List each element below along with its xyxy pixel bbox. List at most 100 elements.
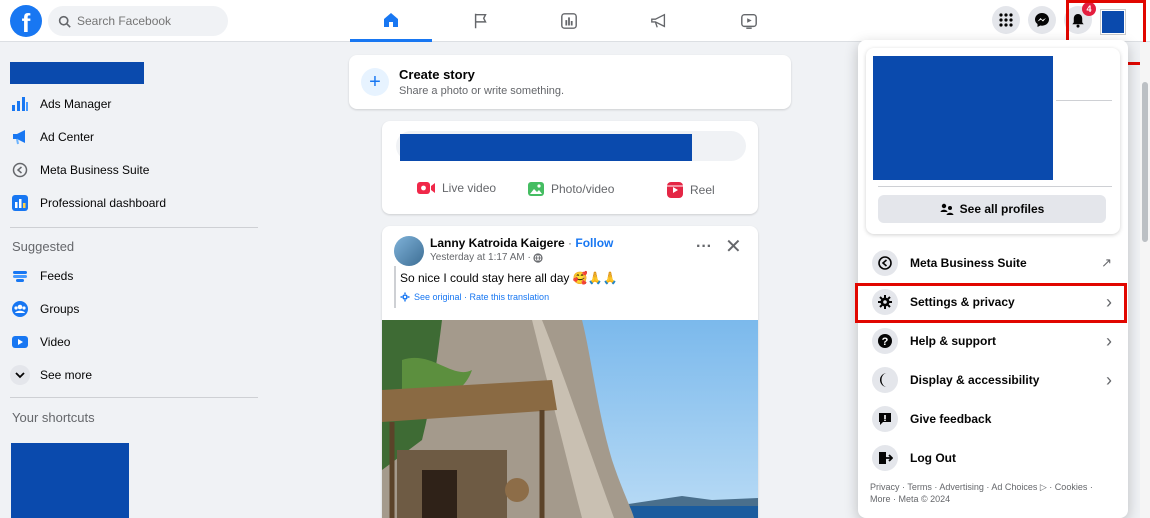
sidebar-item-label: Groups (40, 302, 80, 316)
gear-icon (400, 292, 410, 302)
sidebar-item-groups[interactable]: Groups (10, 295, 79, 323)
create-story-subtitle: Share a photo or write something. (399, 85, 565, 97)
svg-text:?: ? (882, 336, 889, 348)
post-timestamp[interactable]: Yesterday at 1:17 AM · (430, 252, 531, 263)
post-header: Lanny Katroida Kaigere · Follow (430, 236, 613, 250)
live-video-button[interactable]: Live video (416, 181, 496, 195)
post-author-name[interactable]: Lanny Katroida Kaigere (430, 236, 565, 250)
suggested-heading: Suggested (12, 239, 75, 254)
sidebar-item-professional-dashboard[interactable]: Professional dashboard (10, 189, 166, 217)
professional-dashboard-icon (10, 193, 30, 213)
logout-icon (872, 445, 898, 471)
video-icon (10, 332, 30, 352)
account-dropdown-menu: See all profiles Meta Business Suite ↗ S… (858, 40, 1128, 518)
live-video-icon (417, 182, 435, 194)
feeds-icon (10, 266, 30, 286)
ads-manager-icon (10, 94, 30, 114)
reel-button[interactable]: Reel (666, 181, 715, 199)
photo-video-button[interactable]: Photo/video (527, 181, 614, 197)
video-play-icon (741, 13, 757, 29)
post-meta: Yesterday at 1:17 AM · (430, 252, 543, 263)
sidebar-item-label: Professional dashboard (40, 196, 167, 210)
tab-insights[interactable] (528, 0, 610, 42)
sidebar-item-label: Feeds (40, 269, 74, 283)
search-input[interactable] (77, 14, 217, 28)
top-navigation-bar: f 4 (0, 0, 1150, 42)
ad-center-icon (10, 127, 30, 147)
sidebar-item-label: Ad Center (40, 130, 95, 144)
post-text: So nice I could stay here all day 🥰🙏🙏 (400, 271, 618, 285)
see-all-profiles-button[interactable]: See all profiles (878, 195, 1106, 223)
chevron-right-icon: › (1106, 331, 1112, 351)
reel-label: Reel (690, 183, 715, 197)
tab-home[interactable] (350, 0, 432, 42)
sidebar-item-label: See more (40, 368, 93, 382)
page-scrollbar[interactable] (1140, 42, 1150, 518)
see-all-profiles-label: See all profiles (959, 202, 1045, 216)
translation-link[interactable]: See original · Rate this translation (414, 292, 549, 302)
tab-video[interactable] (708, 0, 790, 42)
bell-icon (1072, 13, 1084, 28)
menu-item-label: Meta Business Suite (910, 256, 1027, 270)
menu-grid-button[interactable] (992, 6, 1020, 34)
menu-item-label: Log Out (910, 451, 956, 465)
shortcut-redacted[interactable] (11, 443, 129, 518)
menu-item-log-out[interactable]: Log Out (866, 440, 1120, 476)
profile-name-redacted[interactable] (10, 62, 144, 84)
meta-business-suite-icon (10, 160, 30, 180)
close-icon[interactable]: ✕ (725, 234, 742, 259)
more-options-icon[interactable]: ··· (696, 238, 712, 256)
notifications-button[interactable]: 4 (1064, 2, 1096, 34)
home-icon (384, 12, 398, 27)
flag-icon (474, 13, 487, 29)
sidebar-item-ads-manager[interactable]: Ads Manager (10, 90, 111, 118)
reel-icon (667, 182, 683, 198)
post-follow-link[interactable]: Follow (575, 236, 613, 250)
sidebar-item-meta-business-suite[interactable]: Meta Business Suite (10, 156, 149, 184)
footer-links[interactable]: Privacy · Terms · Advertising · Ad Choic… (870, 481, 1110, 505)
messenger-button[interactable] (1028, 6, 1056, 34)
sidebar-item-label: Video (40, 335, 71, 349)
bar-chart-icon (561, 13, 577, 29)
menu-item-help-support[interactable]: ? Help & support › (866, 323, 1120, 359)
profile-divider (1056, 100, 1112, 101)
feedback-icon (872, 406, 898, 432)
search-icon (58, 15, 71, 28)
sidebar-item-label: Meta Business Suite (40, 163, 150, 177)
post-photo[interactable] (382, 320, 758, 518)
scrollbar-thumb[interactable] (1142, 82, 1148, 242)
post-author-avatar[interactable] (394, 236, 424, 266)
menu-item-settings-privacy[interactable]: Settings & privacy › (866, 284, 1120, 320)
grid-icon (999, 13, 1013, 27)
sidebar-item-label: Ads Manager (40, 97, 112, 111)
account-avatar-button[interactable] (1100, 9, 1126, 35)
search-box[interactable] (48, 6, 228, 36)
meta-business-suite-icon (872, 250, 898, 276)
sidebar-item-feeds[interactable]: Feeds (10, 262, 73, 290)
menu-item-give-feedback[interactable]: Give feedback (866, 401, 1120, 437)
notification-count-badge: 4 (1082, 2, 1096, 16)
chevron-down-icon (10, 365, 30, 385)
sidebar-item-see-more[interactable]: See more (10, 361, 92, 389)
menu-item-meta-business-suite[interactable]: Meta Business Suite ↗ (866, 245, 1120, 281)
menu-item-display-accessibility[interactable]: Display & accessibility › (866, 362, 1120, 398)
sidebar-item-video[interactable]: Video (10, 328, 70, 356)
create-story-card[interactable]: + Create story Share a photo or write so… (349, 55, 791, 109)
translation-links: See original · Rate this translation (400, 292, 549, 302)
groups-icon (10, 299, 30, 319)
profile-redacted[interactable] (873, 56, 1053, 180)
globe-icon (533, 252, 543, 263)
sidebar-item-ad-center[interactable]: Ad Center (10, 123, 94, 151)
post-composer-card: Live video Photo/video Reel (382, 121, 758, 214)
live-video-label: Live video (442, 181, 497, 195)
tab-pages[interactable] (440, 0, 522, 42)
composer-prompt-redacted (400, 134, 692, 161)
plus-icon: + (361, 68, 389, 96)
post-separator: · (564, 236, 576, 250)
tab-ads[interactable] (618, 0, 700, 42)
help-icon: ? (872, 328, 898, 354)
shortcuts-heading: Your shortcuts (12, 410, 95, 425)
facebook-logo-icon[interactable]: f (10, 5, 42, 37)
menu-item-label: Settings & privacy (910, 295, 1015, 309)
create-story-title: Create story (399, 67, 475, 82)
